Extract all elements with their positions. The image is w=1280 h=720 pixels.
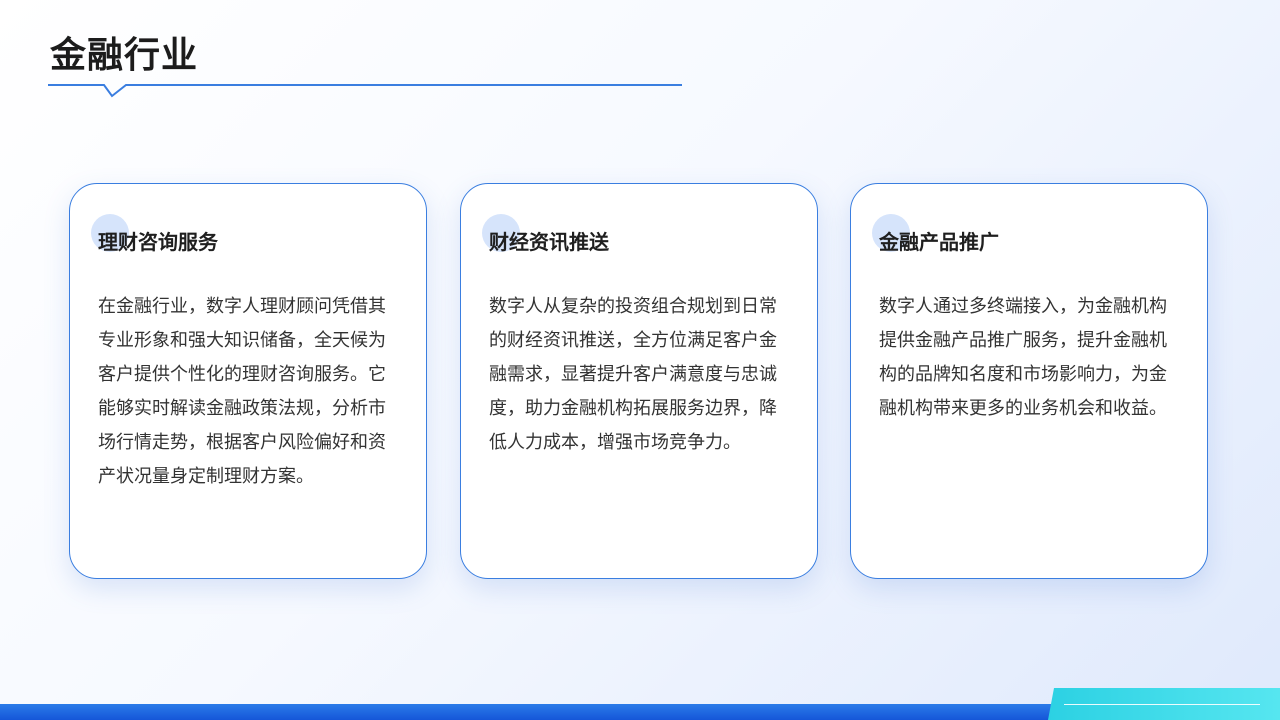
card-body: 在金融行业，数字人理财顾问凭借其专业形象和强大知识储备，全天候为客户提供个性化的… — [98, 296, 386, 487]
card-body: 数字人通过多终端接入，为金融机构提供金融产品推广服务，提升金融机构的品牌知名度和… — [879, 296, 1167, 419]
card-wealth-consulting: 理财咨询服务 在金融行业，数字人理财顾问凭借其专业形象和强大知识储备，全天候为客… — [69, 183, 427, 579]
title-underline — [48, 84, 682, 98]
card-product-promotion: 金融产品推广 数字人通过多终端接入，为金融机构提供金融产品推广服务，提升金融机构… — [850, 183, 1208, 579]
card-body: 数字人从复杂的投资组合规划到日常的财经资讯推送，全方位满足客户金融需求，显著提升… — [489, 296, 777, 453]
page-title: 金融行业 — [50, 35, 199, 76]
slide: { "page": { "title": "金融行业" }, "cards": … — [0, 0, 1280, 720]
card-title: 金融产品推广 — [879, 230, 999, 254]
card-title: 财经资讯推送 — [489, 230, 609, 254]
card-financial-news: 财经资讯推送 数字人从复杂的投资组合规划到日常的财经资讯推送，全方位满足客户金融… — [460, 183, 818, 579]
card-title: 理财咨询服务 — [98, 230, 218, 254]
bottom-accent-decoration — [1048, 688, 1280, 720]
accent-line-decoration — [1064, 704, 1260, 705]
